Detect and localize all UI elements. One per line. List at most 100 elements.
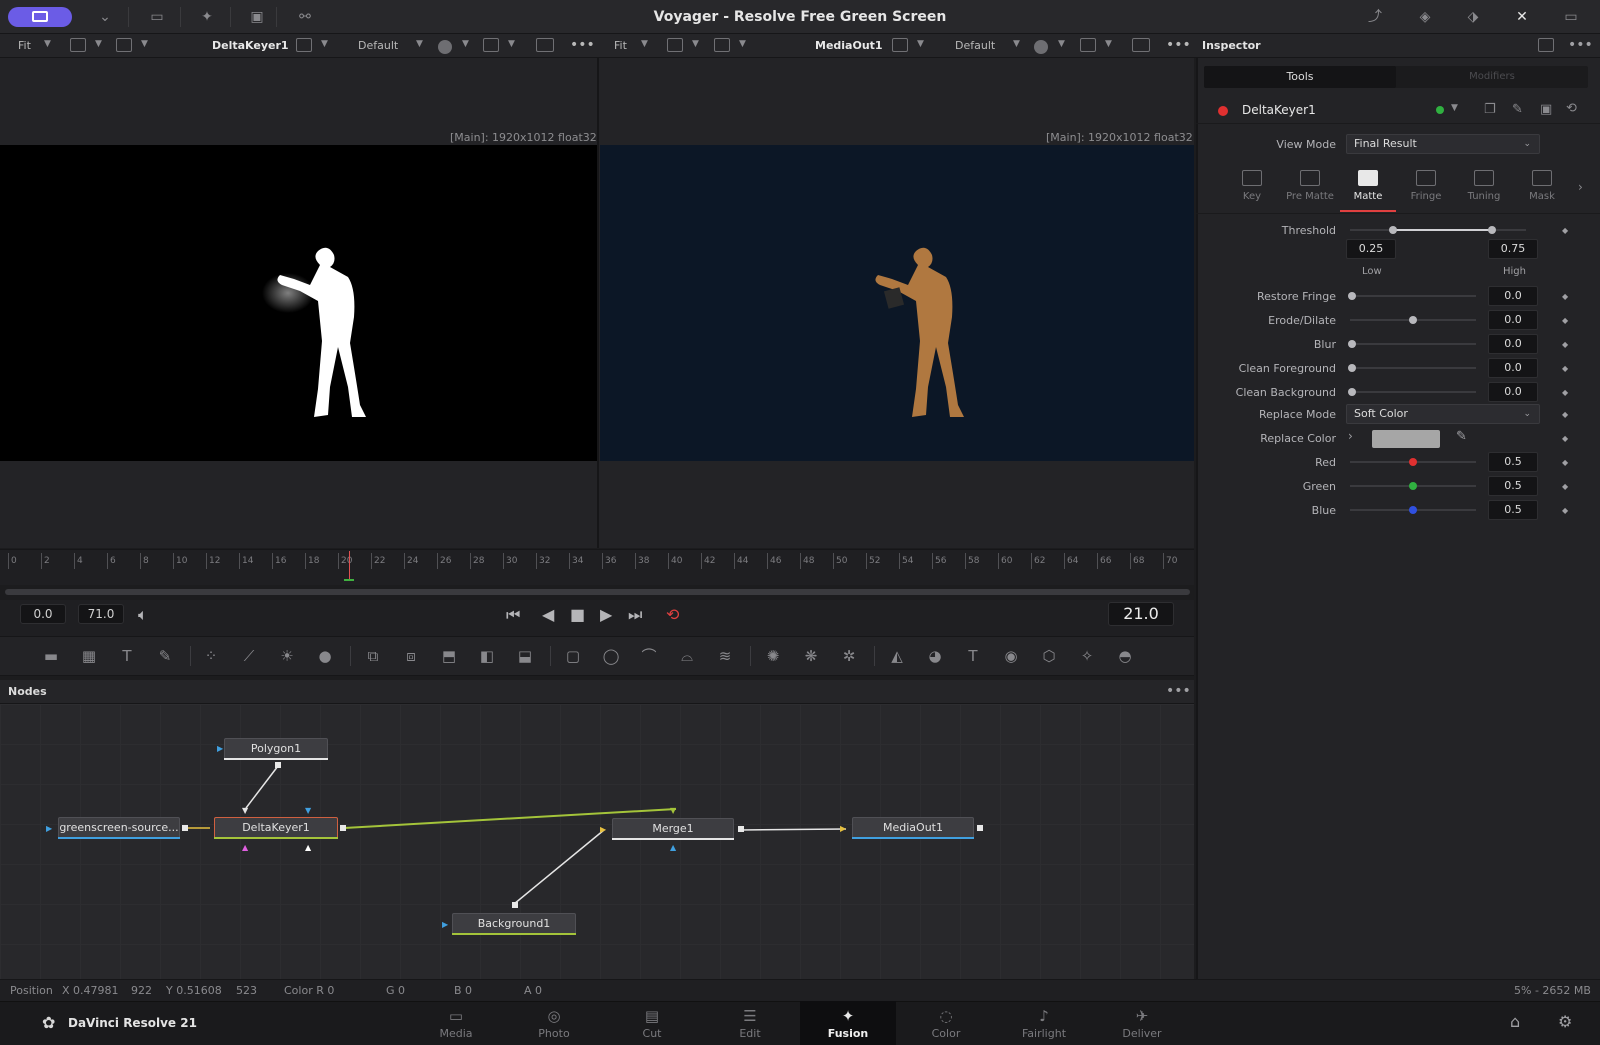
page-tab-color[interactable]: ◌ Color — [898, 1001, 994, 1045]
fullscreen-icon[interactable]: ▭ — [1560, 8, 1582, 26]
chevron-down-icon[interactable]: ▼ — [641, 39, 648, 49]
chevron-down-icon[interactable]: ▼ — [321, 39, 328, 49]
input-port[interactable]: ▶ — [442, 920, 448, 929]
color-channel-icon[interactable] — [1034, 40, 1048, 54]
subtab-key[interactable]: Key — [1224, 170, 1280, 202]
chevron-down-icon[interactable]: ▼ — [917, 39, 924, 49]
view-mode-dropdown[interactable]: Final Result ⌄ — [1346, 134, 1540, 154]
playhead[interactable] — [349, 551, 350, 581]
tool-enable-toggle[interactable] — [1218, 106, 1228, 116]
right-lut-dropdown[interactable]: Default — [955, 39, 995, 52]
camera-3d-icon[interactable]: ◉ — [1000, 646, 1022, 666]
blur-knob[interactable] — [1348, 340, 1356, 348]
keyframe-diamond-icon[interactable]: ◆ — [1562, 388, 1568, 397]
more-options-icon[interactable]: ••• — [1166, 37, 1191, 53]
chevron-down-icon[interactable]: ▼ — [1058, 39, 1065, 49]
stop-icon[interactable]: ■ — [570, 605, 585, 624]
grid-icon[interactable] — [1080, 38, 1096, 52]
chevron-down-icon[interactable]: ▼ — [508, 39, 515, 49]
chevron-down-icon[interactable]: ▼ — [739, 39, 746, 49]
chevron-down-icon[interactable]: ▼ — [95, 39, 102, 49]
current-frame-field[interactable]: 21.0 — [1108, 602, 1174, 626]
metadata-icon[interactable]: ⬗ — [1462, 8, 1484, 26]
blur-icon[interactable]: ● — [314, 646, 336, 666]
render-end-field[interactable]: 71.0 — [78, 604, 124, 624]
reset-icon[interactable]: ⟲ — [1566, 101, 1577, 116]
particle-icon[interactable]: ⁘ — [200, 646, 222, 666]
mask-port[interactable]: ▲ — [242, 843, 248, 852]
view-options-icon[interactable] — [714, 38, 730, 52]
restore-fringe-slider[interactable] — [1350, 295, 1476, 297]
keyframe-diamond-icon[interactable]: ◆ — [1562, 340, 1568, 349]
color-curves-icon[interactable]: ⟋ — [238, 646, 260, 666]
viewer-channel-icon[interactable] — [892, 38, 908, 52]
inspector-tools-icon[interactable]: ✕ — [1511, 8, 1533, 26]
replace-mode-dropdown[interactable]: Soft Color ⌄ — [1346, 404, 1540, 424]
safe-frame-icon[interactable] — [536, 38, 554, 52]
merge-tool-icon[interactable]: ⧉ — [362, 646, 384, 666]
erode-dilate-knob[interactable] — [1409, 316, 1417, 324]
background-port[interactable]: ▶ — [600, 825, 606, 834]
pin-icon[interactable]: ✎ — [1512, 102, 1523, 117]
keyframe-diamond-icon[interactable]: ◆ — [1562, 292, 1568, 301]
output-port[interactable] — [977, 825, 983, 831]
keyframe-diamond-icon[interactable]: ◆ — [1562, 458, 1568, 467]
node-polygon[interactable]: Polygon1 — [224, 738, 328, 760]
go-to-start-icon[interactable]: ⏮︎ — [506, 605, 520, 625]
clean-foreground-slider[interactable] — [1350, 367, 1476, 369]
node-source[interactable]: greenscreen-source... — [58, 817, 180, 839]
keyframe-diamond-icon[interactable]: ◆ — [1562, 364, 1568, 373]
light-3d-icon[interactable]: ✧ — [1076, 646, 1098, 666]
page-tab-cut[interactable]: ▤ Cut — [604, 1001, 700, 1045]
tab-modifiers[interactable]: Modifiers — [1396, 66, 1588, 88]
more-options-icon[interactable]: ••• — [1568, 37, 1593, 53]
grid-icon[interactable] — [483, 38, 499, 52]
clean-background-field[interactable]: 0.0 — [1488, 382, 1538, 402]
page-tab-media[interactable]: ▭ Media — [408, 1001, 504, 1045]
chevron-down-icon[interactable]: ▼ — [141, 39, 148, 49]
tracker-icon[interactable]: ≋ — [714, 646, 736, 666]
clean-foreground-field[interactable]: 0.0 — [1488, 358, 1538, 378]
threshold-low-knob[interactable] — [1389, 226, 1397, 234]
input-port[interactable]: ▼ — [242, 806, 248, 815]
loop-icon[interactable]: ⟲ — [666, 605, 679, 624]
node-mediaout[interactable]: MediaOut1 — [852, 817, 974, 839]
background-tool-icon[interactable]: ▬ — [40, 646, 62, 666]
safe-frame-icon[interactable] — [1132, 38, 1150, 52]
replace-color-swatch[interactable] — [1372, 430, 1440, 448]
polygon-mask-icon[interactable]: ⌒ — [638, 646, 660, 666]
page-tab-deliver[interactable]: ✈ Deliver — [1094, 1001, 1190, 1045]
chevron-down-icon[interactable]: ▼ — [692, 39, 699, 49]
render-start-field[interactable]: 0.0 — [20, 604, 66, 624]
shape-3d-icon[interactable]: ◕ — [924, 646, 946, 666]
chevron-down-icon[interactable]: ▼ — [416, 39, 423, 49]
subtab-pre-matte[interactable]: Pre Matte — [1282, 170, 1338, 202]
subtab-mask[interactable]: Mask — [1514, 170, 1570, 202]
particle-render-icon[interactable]: ❋ — [800, 646, 822, 666]
mask-port[interactable]: ▲ — [670, 843, 676, 852]
restore-fringe-knob[interactable] — [1348, 292, 1356, 300]
node-deltakeyer[interactable]: DeltaKeyer1 — [214, 817, 338, 839]
output-port[interactable] — [182, 825, 188, 831]
play-icon[interactable]: ▶ — [600, 605, 612, 624]
go-to-end-icon[interactable]: ⏭︎ — [628, 605, 642, 625]
left-lut-dropdown[interactable]: Default — [358, 39, 398, 52]
step-back-icon[interactable]: ◀ — [542, 605, 554, 624]
chevron-down-icon[interactable]: ▼ — [1105, 39, 1112, 49]
blur-field[interactable]: 0.0 — [1488, 334, 1538, 354]
output-port[interactable] — [340, 825, 346, 831]
input-port[interactable]: ▶ — [217, 744, 223, 753]
clean-foreground-knob[interactable] — [1348, 364, 1356, 372]
chevron-down-icon[interactable]: ▼ — [44, 39, 51, 49]
page-tab-fairlight[interactable]: ♪ Fairlight — [996, 1001, 1092, 1045]
keyframe-diamond-icon[interactable]: ◆ — [1562, 410, 1568, 419]
threshold-high-field[interactable]: 0.75 — [1488, 239, 1538, 259]
text-3d-icon[interactable]: T — [962, 646, 984, 666]
clean-background-slider[interactable] — [1350, 391, 1476, 393]
time-ruler[interactable] — [0, 549, 1194, 585]
roi-icon[interactable] — [667, 38, 683, 52]
transform-tool-icon[interactable]: ◧ — [476, 646, 498, 666]
channel-booleans-icon[interactable]: ⧈ — [400, 646, 422, 666]
red-field[interactable]: 0.5 — [1488, 452, 1538, 472]
node-merge[interactable]: Merge1 — [612, 818, 734, 840]
